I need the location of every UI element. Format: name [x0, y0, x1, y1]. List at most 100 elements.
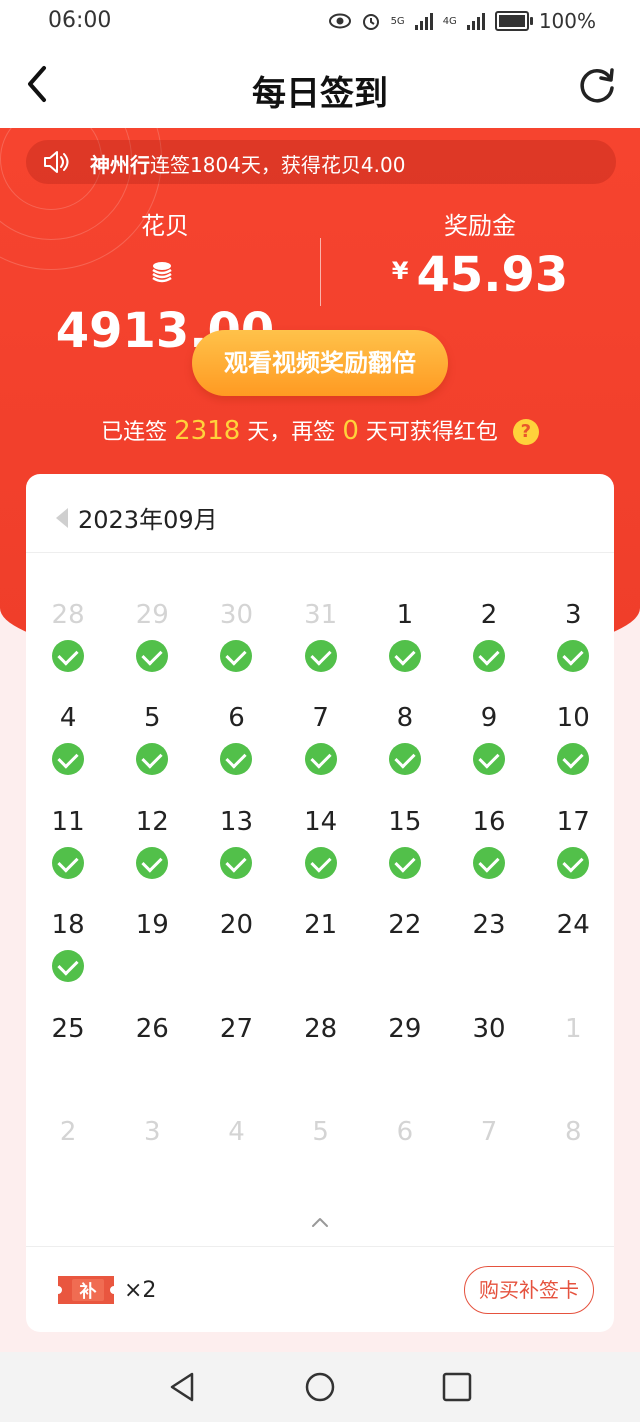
- nav-back-icon[interactable]: [166, 1370, 200, 1404]
- calendar-day[interactable]: 18: [26, 910, 110, 1013]
- calendar-day-number: 8: [564, 1116, 582, 1147]
- checked-icon: [136, 743, 169, 776]
- calendar-day-number: 18: [51, 910, 85, 941]
- calendar-day[interactable]: 9: [447, 703, 531, 806]
- notice-text: 神州行连签1804天，获得花贝4.00: [90, 149, 405, 178]
- calendar-day-number: 30: [219, 600, 254, 630]
- calendar-day[interactable]: 8: [531, 1117, 614, 1220]
- calendar-day[interactable]: 27: [194, 1014, 278, 1117]
- calendar-day-number: 12: [135, 806, 169, 837]
- stat-divider: [320, 238, 321, 306]
- calendar-day[interactable]: 31: [279, 600, 363, 703]
- calendar-prev-icon[interactable]: [56, 507, 68, 528]
- calendar-day[interactable]: 6: [363, 1117, 447, 1220]
- huabei-label: 花贝: [141, 212, 189, 240]
- calendar-day[interactable]: 14: [279, 807, 363, 910]
- month-label: 2023年09月: [78, 506, 218, 534]
- checked-icon: [557, 640, 590, 672]
- calendar-day[interactable]: 20: [194, 910, 278, 1013]
- calendar-day[interactable]: 6: [194, 703, 278, 806]
- calendar-day-number: 23: [472, 910, 506, 941]
- streak-suffix: 天可获得红包: [365, 420, 498, 445]
- checked-icon: [136, 846, 169, 879]
- calendar-day[interactable]: 24: [531, 910, 614, 1013]
- calendar-day-number: 3: [564, 600, 582, 630]
- calendar-day[interactable]: 2: [26, 1117, 110, 1220]
- calendar-day[interactable]: 30: [447, 1014, 531, 1117]
- calendar-day[interactable]: 25: [26, 1014, 110, 1117]
- checked-icon: [473, 743, 506, 776]
- calendar-day[interactable]: 3: [110, 1117, 194, 1220]
- checked-icon: [304, 640, 337, 672]
- calendar-day[interactable]: 29: [363, 1014, 447, 1117]
- calendar-day[interactable]: 29: [110, 600, 194, 703]
- calendar-day-number: 3: [144, 1116, 161, 1147]
- calendar-day-number: 11: [51, 806, 85, 837]
- reward-value: 45.93: [416, 247, 569, 303]
- streak-mid: 天，再签: [247, 420, 336, 445]
- calendar-day-number: 6: [228, 703, 245, 734]
- collapse-caret-icon[interactable]: [310, 1212, 330, 1232]
- calendar-day[interactable]: 1: [363, 600, 447, 703]
- notice-user: 神州行: [90, 153, 150, 177]
- calendar-day[interactable]: 4: [26, 703, 110, 806]
- calendar-day-number: 1: [396, 600, 414, 630]
- calendar-day[interactable]: 13: [194, 807, 278, 910]
- calendar-day-number: 22: [388, 910, 422, 941]
- checked-icon: [388, 640, 421, 672]
- battery-icon: [494, 11, 533, 31]
- divider: [26, 552, 614, 553]
- refresh-icon[interactable]: [576, 64, 618, 106]
- checked-icon: [388, 846, 421, 879]
- calendar-day[interactable]: 7: [279, 703, 363, 806]
- calendar-day-number: 25: [51, 1013, 85, 1044]
- calendar-day[interactable]: 23: [447, 910, 531, 1013]
- calendar-day-number: 31: [304, 600, 338, 630]
- page-title: 每日签到: [252, 74, 388, 114]
- streak-prefix: 已连签: [101, 420, 168, 445]
- nav-home-icon[interactable]: [303, 1370, 337, 1404]
- checked-icon: [557, 846, 590, 879]
- calendar-day[interactable]: 16: [447, 807, 531, 910]
- streak-days: 2318: [174, 416, 241, 446]
- watch-video-double-button[interactable]: 观看视频奖励翻倍: [192, 330, 448, 396]
- buy-makeup-card-button[interactable]: 购买补签卡: [464, 1266, 594, 1314]
- calendar-day[interactable]: 8: [363, 703, 447, 806]
- calendar-day-number: 2: [59, 1116, 77, 1147]
- calendar-day[interactable]: 19: [110, 910, 194, 1013]
- calendar-day[interactable]: 7: [447, 1117, 531, 1220]
- battery-percent: 100%: [538, 9, 596, 33]
- calendar-day-number: 19: [135, 910, 169, 941]
- calendar-day[interactable]: 21: [279, 910, 363, 1013]
- calendar-day-number: 27: [219, 1013, 254, 1044]
- notice-message: 连签1804天，获得花贝4.00: [150, 153, 406, 177]
- calendar-day-number: 5: [144, 703, 161, 734]
- help-icon[interactable]: ?: [512, 419, 539, 445]
- calendar-day[interactable]: 5: [110, 703, 194, 806]
- calendar-day[interactable]: 15: [363, 807, 447, 910]
- checked-icon: [304, 846, 337, 879]
- calendar-day[interactable]: 5: [279, 1117, 363, 1220]
- calendar-day[interactable]: 28: [26, 600, 110, 703]
- streak-remaining: 0: [342, 416, 359, 446]
- calendar-day[interactable]: 28: [279, 1014, 363, 1117]
- calendar-day[interactable]: 3: [531, 600, 614, 703]
- calendar-day[interactable]: 1: [531, 1014, 614, 1117]
- system-nav-bar: [0, 1352, 640, 1422]
- checked-icon: [52, 950, 85, 983]
- checked-icon: [557, 743, 590, 776]
- calendar-day[interactable]: 12: [110, 807, 194, 910]
- calendar-day-number: 6: [396, 1116, 414, 1147]
- calendar-day-number: 26: [135, 1013, 169, 1044]
- checked-icon: [220, 640, 253, 672]
- calendar-day[interactable]: 22: [363, 910, 447, 1013]
- calendar-day[interactable]: 17: [531, 807, 614, 910]
- month-selector[interactable]: 2023年09月: [56, 500, 218, 535]
- calendar-day[interactable]: 11: [26, 807, 110, 910]
- calendar-day[interactable]: 4: [194, 1117, 278, 1220]
- calendar-day[interactable]: 2: [447, 600, 531, 703]
- calendar-day[interactable]: 30: [194, 600, 278, 703]
- calendar-day[interactable]: 10: [531, 703, 614, 806]
- calendar-day[interactable]: 26: [110, 1014, 194, 1117]
- nav-recent-icon[interactable]: [440, 1370, 474, 1404]
